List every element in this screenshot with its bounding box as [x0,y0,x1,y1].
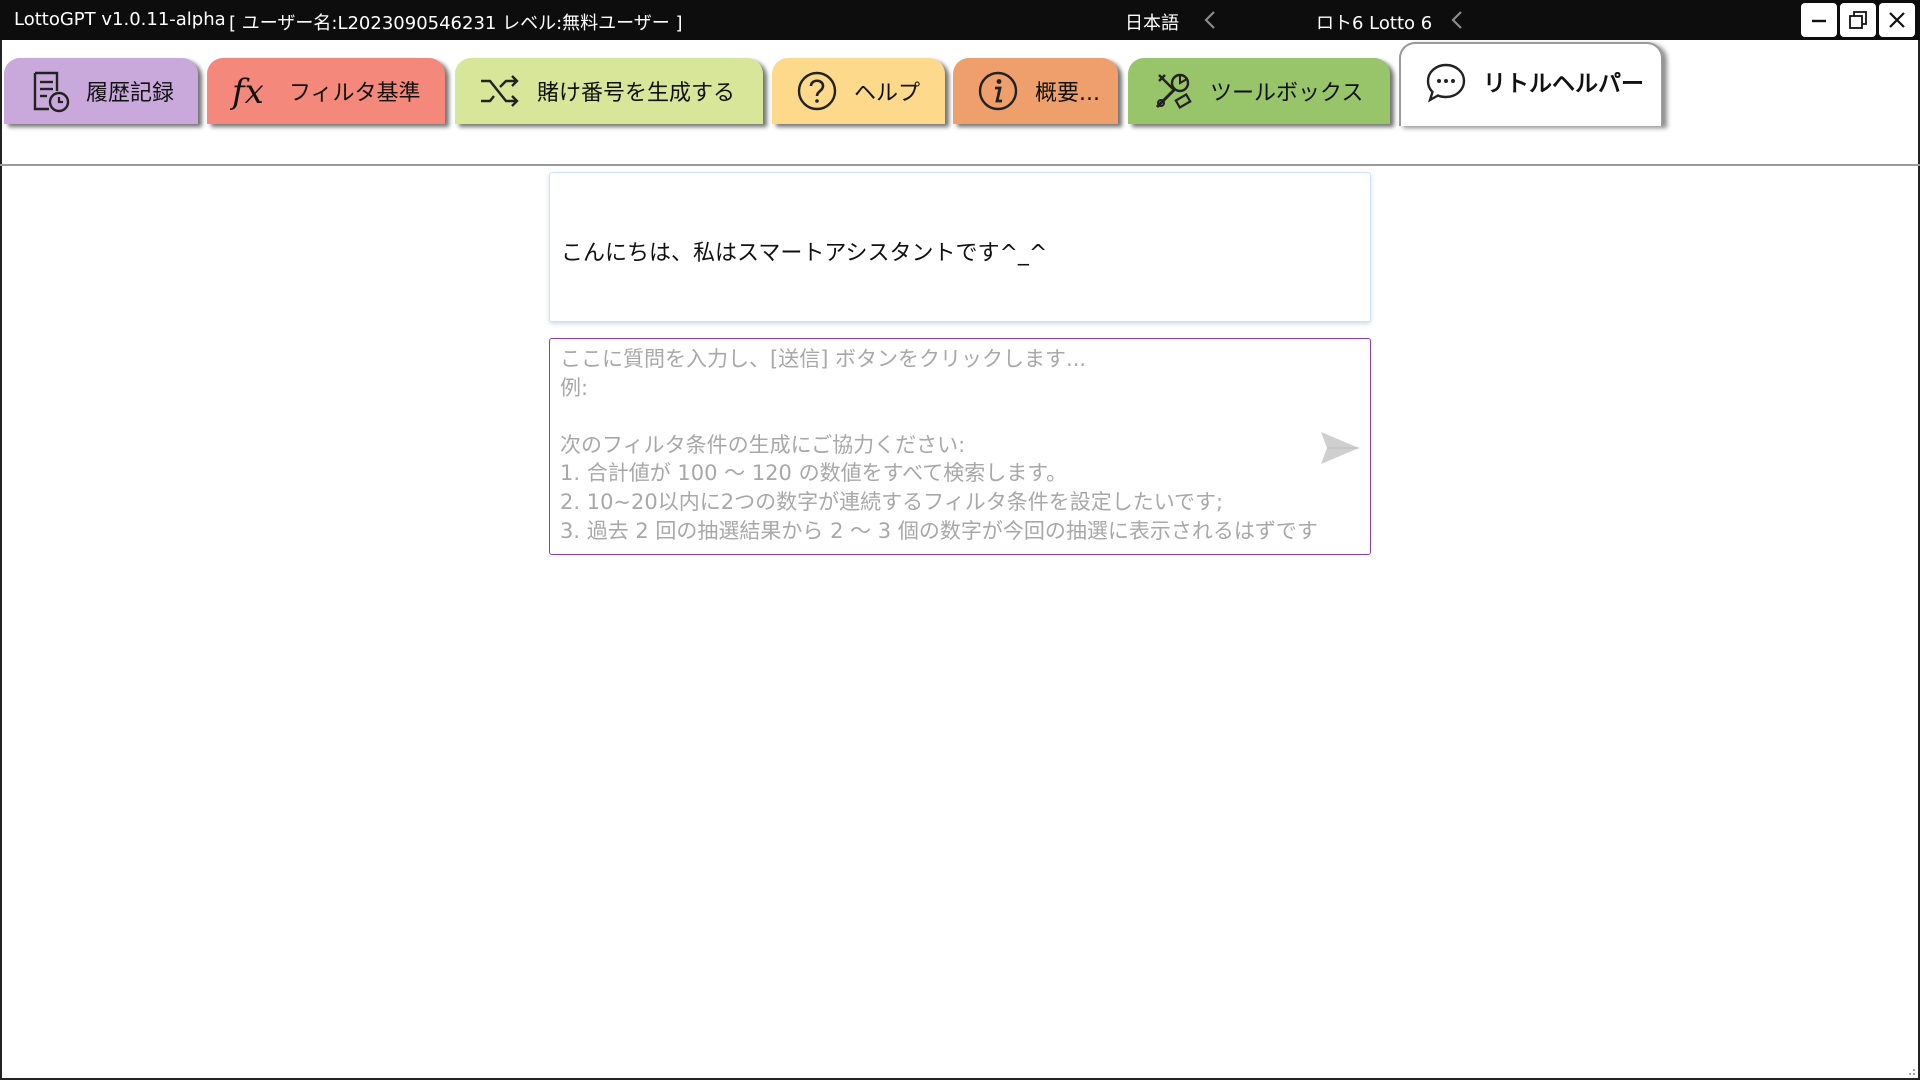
tab-generate-numbers[interactable]: 賭け番号を生成する [455,58,763,124]
info-circle-icon [975,68,1021,114]
tab-toolbox[interactable]: ツールボックス [1128,58,1390,124]
question-input[interactable] [560,345,1360,550]
tab-help[interactable]: ヘルプ [772,58,945,124]
app-title: LottoGPT v1.0.11-alpha [14,9,226,30]
tab-history-label: 履歴記録 [86,81,175,106]
restore-button[interactable] [1840,3,1876,37]
tab-about-label: 概要... [1035,81,1100,106]
tab-about[interactable]: 概要... [953,58,1118,124]
tab-little-helper-label: リトルヘルパー [1483,71,1644,97]
chat-bubble-icon [1423,60,1469,106]
restore-icon [1849,11,1867,29]
question-input-container [549,338,1371,555]
send-button[interactable] [1318,427,1362,469]
game-selector-label[interactable]: ロト6 Lotto 6 [1316,9,1432,35]
tab-filter-criteria[interactable]: fx フィルタ基準 [207,58,445,124]
tab-little-helper[interactable]: リトルヘルパー [1399,42,1663,126]
shuffle-icon [477,68,523,114]
title-bar: LottoGPT v1.0.11-alpha [ ユーザー名:L20230905… [0,0,1920,40]
assistant-greeting: こんにちは、私はスマートアシスタントです^_^ [561,241,1048,266]
language-selector-label[interactable]: 日本語 [1125,9,1179,35]
close-button[interactable] [1879,3,1915,37]
history-list-icon [26,68,72,114]
question-circle-icon [794,68,840,114]
tab-baseline [0,164,1920,166]
fx-function-icon: fx [229,68,275,114]
tab-generate-numbers-label: 賭け番号を生成する [537,81,736,106]
game-chevron-left-icon[interactable] [1447,8,1469,32]
tools-icon [1150,68,1196,114]
minimize-icon [1812,19,1826,23]
tab-help-label: ヘルプ [854,81,921,106]
resize-grip-icon[interactable] [1904,1064,1916,1076]
tab-toolbox-label: ツールボックス [1210,81,1364,106]
user-info: [ ユーザー名:L2023090546231 レベル:無料ユーザー ] [229,13,683,34]
close-icon [1889,12,1905,28]
svg-text:fx: fx [230,72,264,112]
tab-filter-criteria-label: フィルタ基準 [289,81,421,106]
language-chevron-left-icon[interactable] [1200,8,1222,32]
minimize-button[interactable] [1801,3,1837,37]
tab-history[interactable]: 履歴記録 [4,58,198,124]
assistant-message-box: こんにちは、私はスマートアシスタントです^_^ [549,172,1371,322]
send-arrow-icon [1321,432,1359,464]
